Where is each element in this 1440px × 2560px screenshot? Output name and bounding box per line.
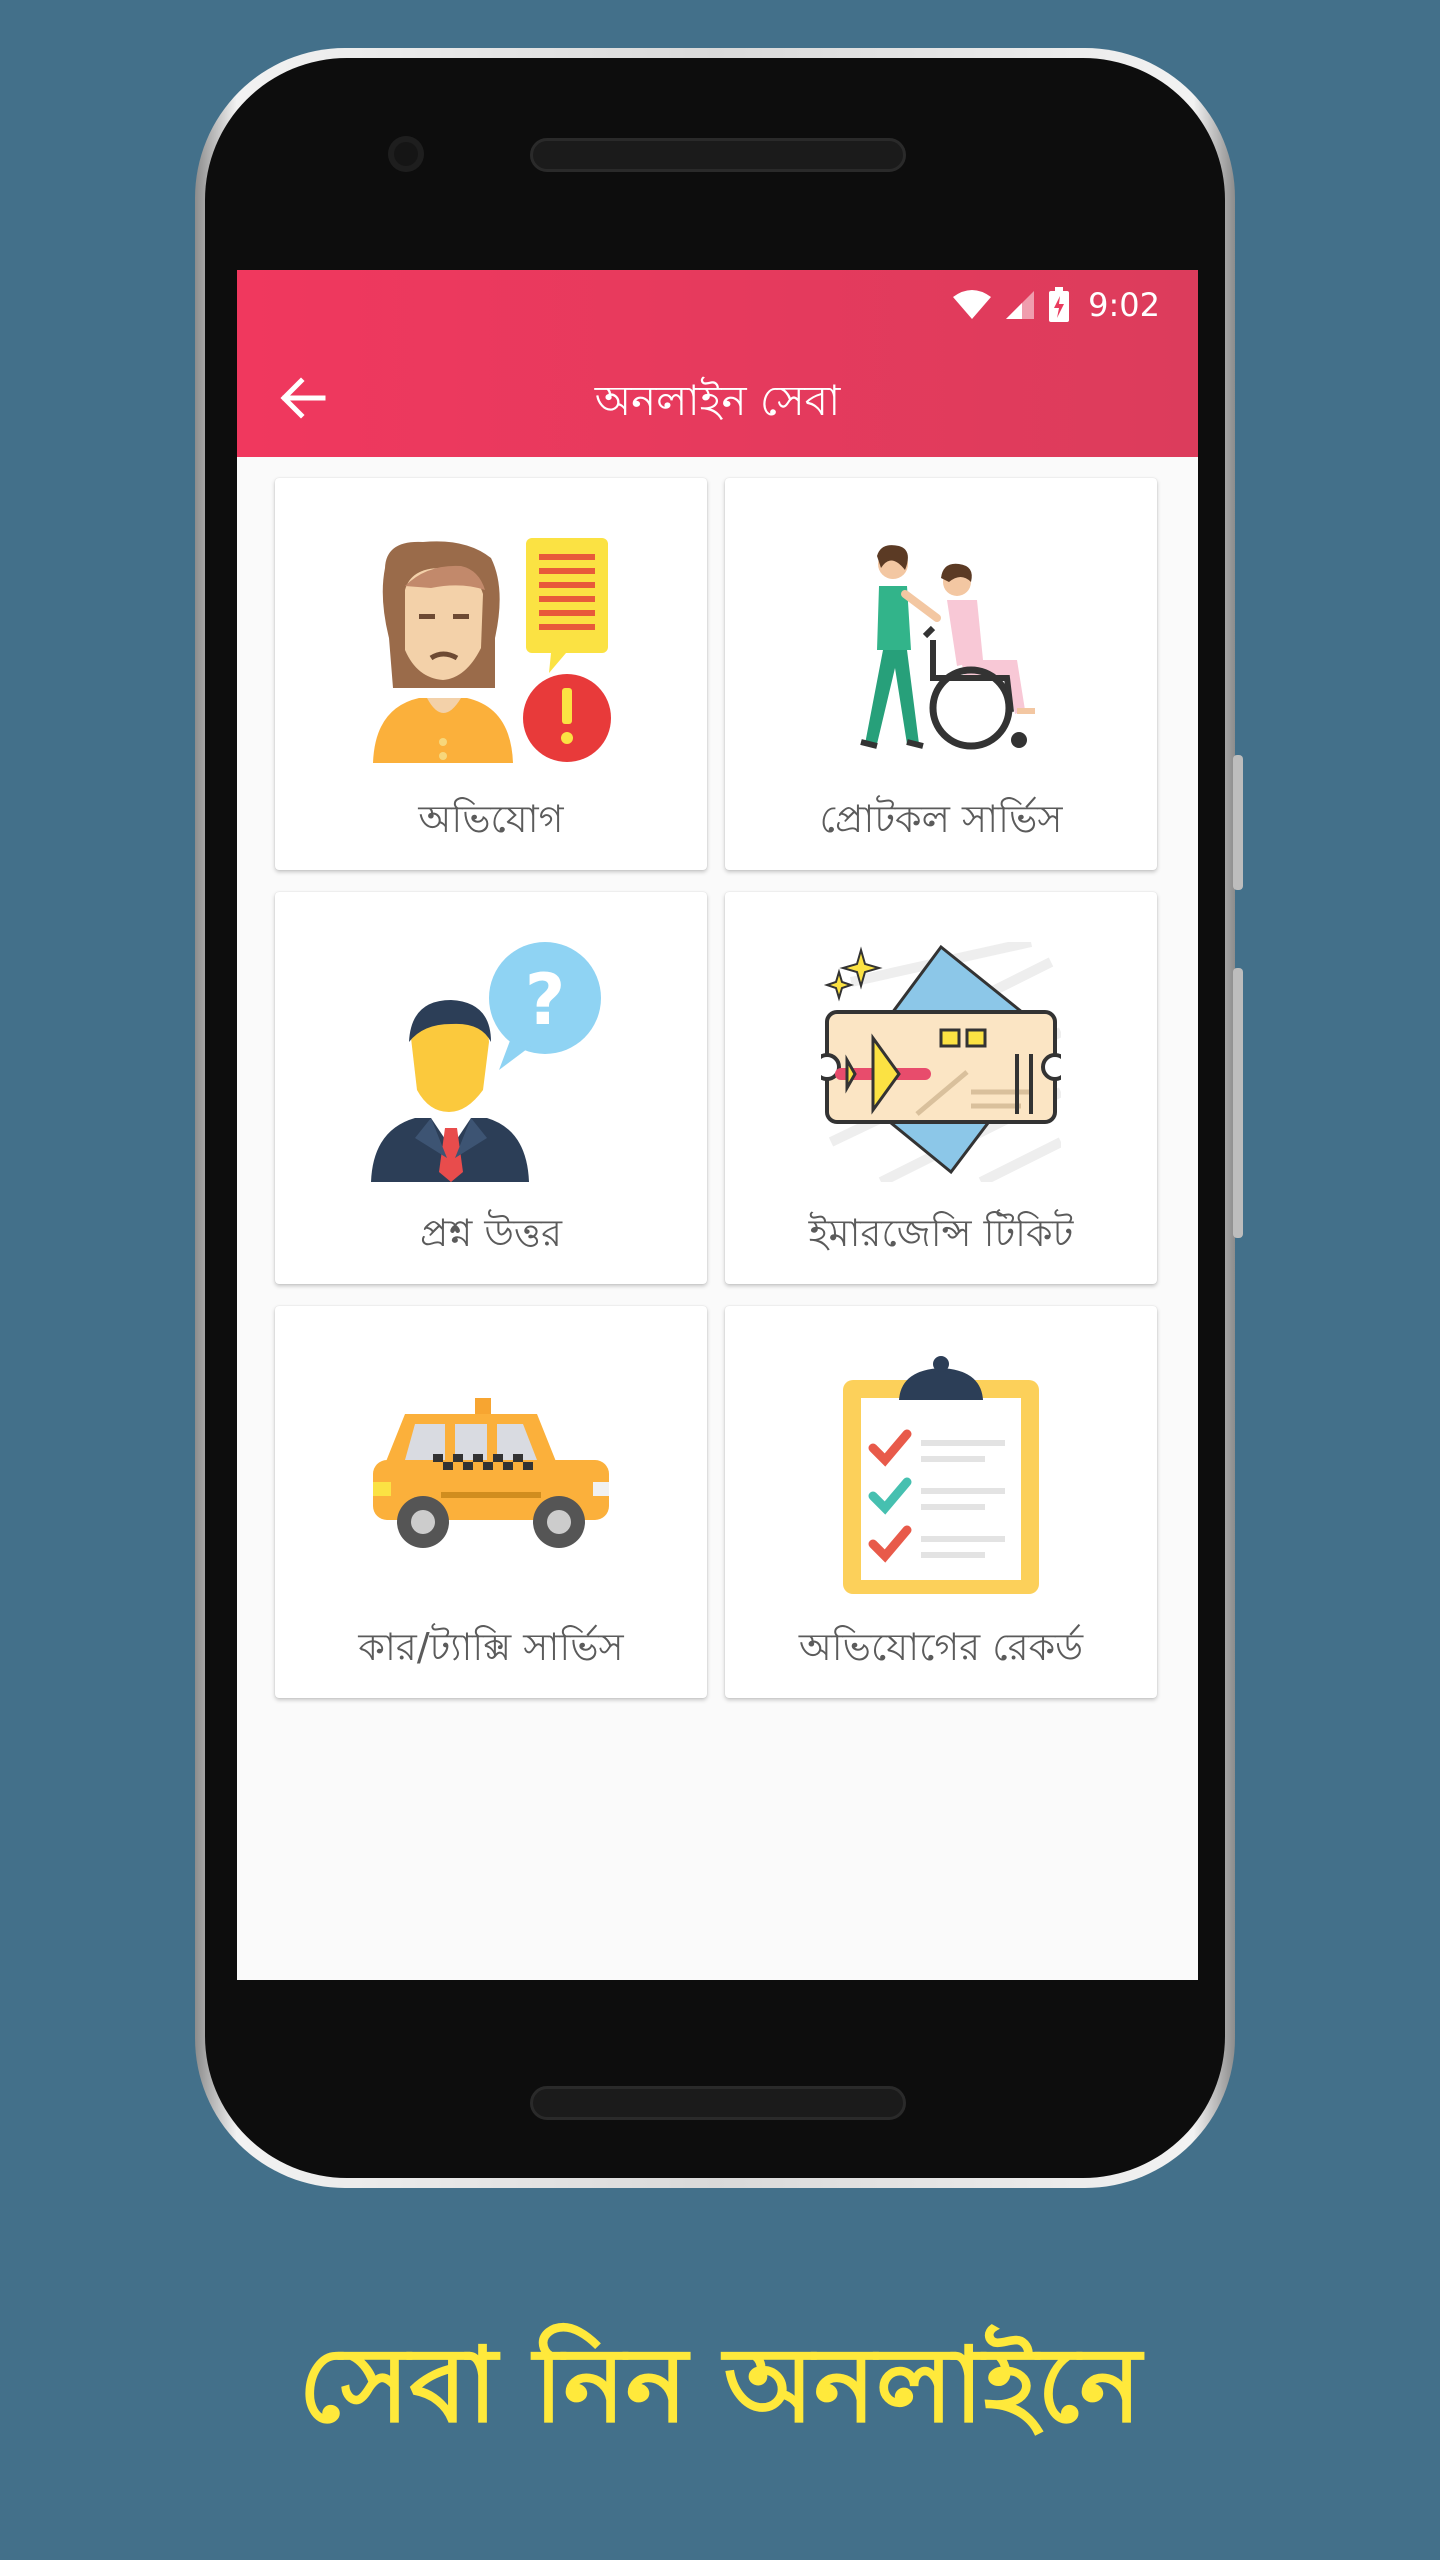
page-title: অনলাইন সেবা — [594, 376, 841, 425]
battery-charging-icon — [1049, 287, 1070, 322]
service-label: অভিযোগ — [418, 797, 564, 841]
phone-speaker-top — [530, 138, 906, 172]
phone-side-button — [1233, 968, 1243, 1238]
wifi-icon — [953, 290, 992, 319]
plane-ticket-icon — [821, 942, 1061, 1182]
service-card-qa[interactable]: ? প্রশ্ন উত্তর — [275, 892, 707, 1284]
service-card-emergency-ticket[interactable]: ইমারজেন্সি টিকিট — [725, 892, 1157, 1284]
phone-side-button — [1233, 755, 1243, 890]
question-answer-icon: ? — [371, 942, 601, 1182]
cell-signal-icon — [1006, 291, 1035, 319]
service-card-complaint-record[interactable]: অভিযোগের রেকর্ড — [725, 1306, 1157, 1698]
phone-speaker-bottom — [530, 2086, 906, 2120]
svg-text:?: ? — [525, 959, 566, 1041]
service-card-taxi[interactable]: কার/ট্যাক্সি সার্ভিস — [275, 1306, 707, 1698]
taxi-icon — [373, 1398, 609, 1548]
service-label: প্রশ্ন উত্তর — [419, 1211, 563, 1255]
app-screen: 9:02 অনলাইন সেবা অভিযোগ প্রোটকল সার্ভিস … — [237, 270, 1198, 1980]
app-bar: 9:02 অনলাইন সেবা — [237, 270, 1198, 457]
front-camera — [388, 136, 424, 172]
promo-tagline: সেবা নিন অনলাইনে — [298, 2323, 1142, 2446]
status-time: 9:02 — [1088, 286, 1160, 324]
service-label: ইমারজেন্সি টিকিট — [808, 1211, 1074, 1255]
service-label: অভিযোগের রেকর্ড — [798, 1625, 1084, 1669]
service-card-complaint[interactable]: অভিযোগ — [275, 478, 707, 870]
clipboard-checklist-icon — [843, 1356, 1039, 1594]
wheelchair-assist-icon — [860, 545, 1035, 750]
complaint-woman-icon — [373, 538, 611, 763]
service-card-protocol[interactable]: প্রোটকল সার্ভিস — [725, 478, 1157, 870]
status-bar: 9:02 — [952, 282, 1160, 328]
service-label: প্রোটকল সার্ভিস — [819, 797, 1063, 841]
service-label: কার/ট্যাক্সি সার্ভিস — [358, 1625, 624, 1669]
